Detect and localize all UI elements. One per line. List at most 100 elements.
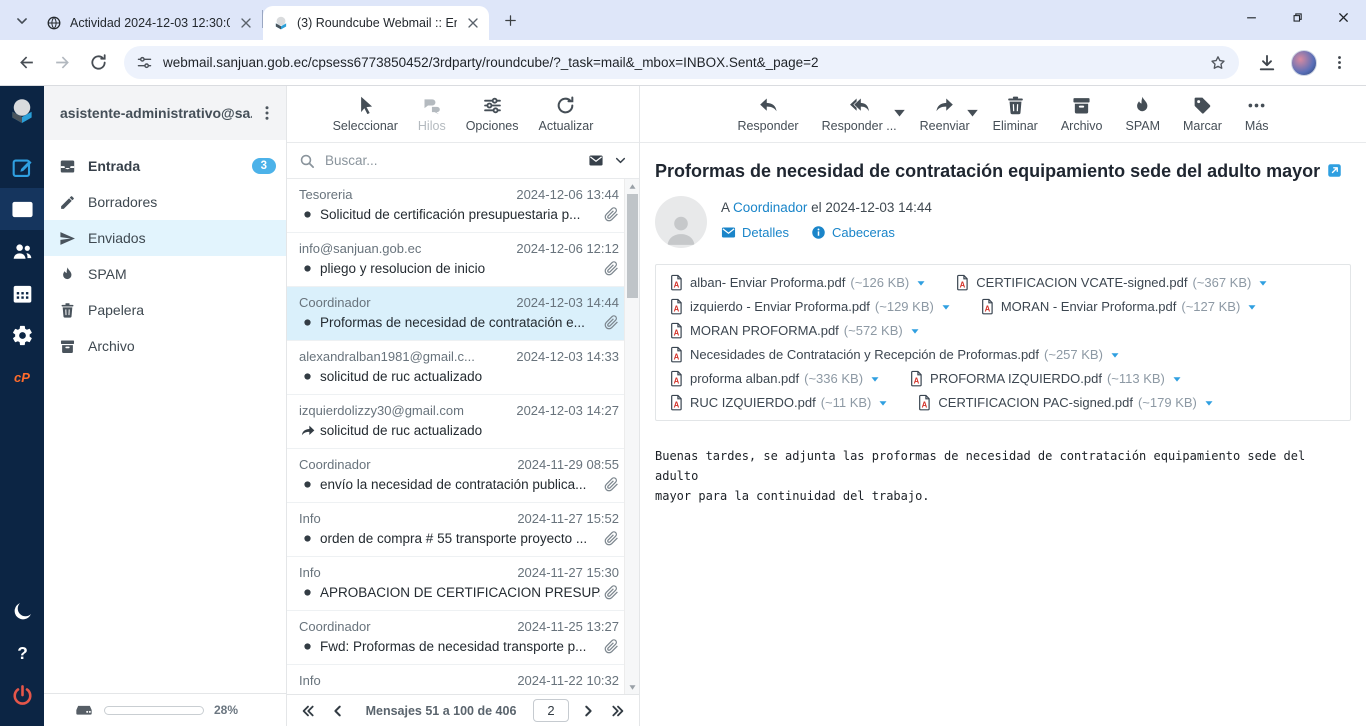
search-options-chevron-icon[interactable]	[614, 154, 627, 167]
logout-button[interactable]	[0, 674, 44, 716]
attachment-chip[interactable]: A CERTIFICACION PAC-signed.pdf (~179 KB)	[916, 394, 1215, 411]
message-list-item[interactable]: izquierdolizzy30@gmail.com 2024-12-03 14…	[287, 395, 624, 449]
mark-button[interactable]: Marcar	[1181, 93, 1224, 135]
attachment-chip[interactable]: A izquierdo - Enviar Proforma.pdf (~129 …	[668, 298, 953, 315]
reply-button[interactable]: Responder	[735, 93, 800, 135]
message-list-item[interactable]: alexandralban1981@gmail.c... 2024-12-03 …	[287, 341, 624, 395]
search-scope-icon[interactable]	[586, 153, 606, 168]
restore-button[interactable]	[1274, 0, 1320, 34]
page-number-input[interactable]	[533, 699, 569, 722]
message-list-item[interactable]: Coordinador 2024-11-29 08:55 envío la ne…	[287, 449, 624, 503]
message-status	[299, 693, 316, 694]
attachment-chip[interactable]: A MORAN PROFORMA.pdf (~572 KB)	[668, 322, 922, 339]
minimize-button[interactable]	[1228, 0, 1274, 34]
attachment-chip[interactable]: A RUC IZQUIERDO.pdf (~11 KB)	[668, 394, 890, 411]
attachment-menu-caret-icon[interactable]	[1202, 396, 1216, 410]
cpanel-button[interactable]: cP	[0, 356, 44, 398]
sidebar-folder[interactable]: Archivo	[44, 328, 286, 364]
headers-link[interactable]: Cabeceras	[811, 225, 895, 240]
sidebar-folder[interactable]: Borradores	[44, 184, 286, 220]
next-page-button[interactable]	[575, 699, 601, 723]
message-list-item[interactable]: Tesoreria 2024-12-06 13:44 Solicitud de …	[287, 179, 624, 233]
scrollbar-thumb[interactable]	[627, 194, 638, 298]
archive-button[interactable]: Archivo	[1059, 93, 1105, 135]
sidebar-folder[interactable]: Entrada 3	[44, 148, 286, 184]
external-link-icon[interactable]	[1327, 163, 1342, 178]
reply-all-caret-icon[interactable]	[889, 102, 910, 123]
delete-button[interactable]: Eliminar	[991, 93, 1040, 135]
tab-close-icon[interactable]	[238, 15, 254, 31]
compose-button[interactable]	[0, 146, 44, 188]
dark-mode-button[interactable]	[0, 590, 44, 632]
attachment-chip[interactable]: A Necesidades de Contratación y Recepció…	[668, 346, 1122, 363]
select-button[interactable]: Seleccionar	[331, 93, 400, 135]
scroll-up-arrow[interactable]	[625, 179, 639, 193]
details-link[interactable]: Detalles	[721, 225, 789, 240]
address-bar[interactable]: webmail.sanjuan.gob.ec/cpsess6773850452/…	[124, 46, 1239, 79]
attachment-chip[interactable]: A proforma alban.pdf (~336 KB)	[668, 370, 882, 387]
attachment-chip[interactable]: A CERTIFICACION VCATE-signed.pdf (~367 K…	[954, 274, 1270, 291]
attachment-menu-caret-icon[interactable]	[1256, 276, 1270, 290]
prev-page-button[interactable]	[325, 699, 351, 723]
sidebar-folder[interactable]: SPAM	[44, 256, 286, 292]
message-list-item[interactable]: Info 2024-11-27 15:52 orden de compra # …	[287, 503, 624, 557]
options-button[interactable]: Opciones	[464, 93, 521, 135]
attachment-menu-caret-icon[interactable]	[876, 396, 890, 410]
attachment-chip[interactable]: A PROFORMA IZQUIERDO.pdf (~113 KB)	[908, 370, 1184, 387]
attachment-menu-caret-icon[interactable]	[914, 276, 928, 290]
downloads-icon[interactable]	[1257, 53, 1277, 73]
tab-search-button[interactable]	[8, 7, 36, 35]
attachment-menu-caret-icon[interactable]	[939, 300, 953, 314]
first-page-button[interactable]	[295, 699, 321, 723]
attachment-size: (~257 KB)	[1044, 347, 1103, 362]
account-menu-icon[interactable]	[258, 104, 276, 122]
forward-button[interactable]: Reenviar	[918, 93, 972, 135]
message-list-item[interactable]: info@sanjuan.gob.ec 2024-12-06 12:12 pli…	[287, 233, 624, 287]
reply-all-button[interactable]: Responder ...	[820, 93, 899, 135]
new-tab-button[interactable]	[497, 7, 523, 33]
close-window-button[interactable]	[1320, 0, 1366, 34]
attachment-chip[interactable]: A MORAN - Enviar Proforma.pdf (~127 KB)	[979, 298, 1259, 315]
spam-button[interactable]: SPAM	[1124, 93, 1163, 135]
attachment-menu-caret-icon[interactable]	[868, 372, 882, 386]
attachment-menu-caret-icon[interactable]	[1170, 372, 1184, 386]
contacts-nav-button[interactable]	[0, 230, 44, 272]
refresh-button[interactable]: Actualizar	[537, 93, 596, 135]
back-button[interactable]	[10, 47, 42, 79]
forward-caret-icon[interactable]	[962, 102, 983, 123]
scroll-down-arrow[interactable]	[625, 680, 639, 694]
mail-nav-button[interactable]	[0, 188, 44, 230]
message-list-item[interactable]: Coordinador 2024-11-25 13:27 Fwd: Profor…	[287, 611, 624, 665]
threads-button[interactable]: Hilos	[416, 93, 448, 135]
browser-tab-inactive[interactable]: Actividad 2024-12-03 12:30:00	[36, 6, 262, 40]
attachment-menu-caret-icon[interactable]	[1245, 300, 1259, 314]
folder-icon	[59, 230, 76, 247]
forward-button[interactable]	[46, 47, 78, 79]
forwarded-icon	[300, 423, 316, 439]
account-email: asistente-administrativo@sa...	[60, 105, 252, 121]
attachment-chip[interactable]: A alban- Enviar Proforma.pdf (~126 KB)	[668, 274, 928, 291]
reload-button[interactable]	[82, 47, 114, 79]
browser-profile-avatar[interactable]	[1291, 50, 1317, 76]
attachment-menu-caret-icon[interactable]	[1108, 348, 1122, 362]
browser-tab-active[interactable]: (3) Roundcube Webmail :: Envia	[263, 6, 489, 40]
message-list-item[interactable]: Info 2024-11-27 15:30 APROBACION DE CERT…	[287, 557, 624, 611]
last-page-button[interactable]	[605, 699, 631, 723]
attachment-menu-caret-icon[interactable]	[908, 324, 922, 338]
message-list-item[interactable]: Coordinador 2024-12-03 14:44 Proformas d…	[287, 287, 624, 341]
settings-nav-button[interactable]	[0, 314, 44, 356]
recipient-link[interactable]: Coordinador	[733, 200, 807, 215]
more-button[interactable]: Más	[1243, 93, 1271, 135]
help-button[interactable]: ?	[0, 632, 44, 674]
site-settings-icon[interactable]	[136, 54, 153, 71]
bookmark-star-icon[interactable]	[1209, 54, 1227, 72]
search-input[interactable]	[323, 152, 578, 169]
list-scrollbar[interactable]	[624, 179, 639, 694]
sidebar-folder[interactable]: Enviados	[44, 220, 286, 256]
tab-close-icon[interactable]	[465, 15, 481, 31]
reply-all-label: Responder ...	[822, 119, 897, 133]
calendar-nav-button[interactable]	[0, 272, 44, 314]
message-list-item[interactable]: Info 2024-11-22 10:32	[287, 665, 624, 694]
sidebar-folder[interactable]: Papelera	[44, 292, 286, 328]
browser-menu-icon[interactable]	[1331, 54, 1348, 71]
